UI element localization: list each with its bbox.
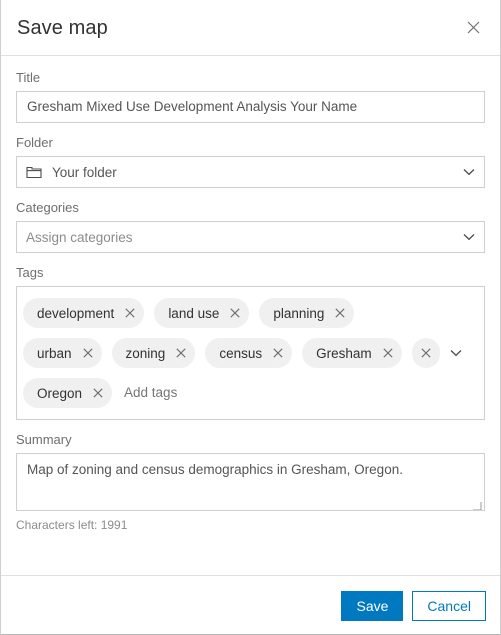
remove-tag-icon[interactable] (383, 348, 393, 358)
summary-textarea[interactable]: Map of zoning and census demographics in… (16, 453, 485, 511)
tag-chip[interactable]: Gresham (302, 338, 402, 368)
summary-label: Summary (16, 432, 72, 447)
tag-chip-overflow[interactable] (411, 338, 440, 368)
dialog-body: Title Gresham Mixed Use Development Anal… (1, 56, 500, 575)
chevron-down-icon (463, 168, 475, 176)
tag-chip[interactable]: census (205, 338, 293, 368)
remove-tag-icon[interactable] (273, 348, 283, 358)
tag-row: Oregon (23, 373, 480, 413)
tag-chip[interactable]: zoning (111, 338, 196, 368)
remove-tag-icon[interactable] (93, 388, 103, 398)
tag-row: development land use planning (23, 293, 480, 333)
title-input[interactable]: Gresham Mixed Use Development Analysis Y… (16, 91, 485, 123)
remove-tag-icon[interactable] (335, 308, 345, 318)
page-title: Save map (17, 16, 108, 39)
title-field-group: Title Gresham Mixed Use Development Anal… (16, 70, 485, 123)
add-tags-input[interactable] (122, 378, 480, 408)
tag-chip[interactable]: land use (154, 298, 250, 328)
characters-left-text: Characters left: 1991 (16, 518, 128, 532)
remove-tag-icon[interactable] (230, 308, 240, 318)
title-label: Title (16, 70, 41, 85)
categories-label: Categories (16, 200, 79, 215)
tags-chevron-down-icon[interactable] (444, 349, 468, 357)
summary-field-group: Summary Map of zoning and census demogra… (16, 432, 485, 533)
tag-label: development (37, 305, 115, 321)
categories-placeholder: Assign categories (26, 229, 133, 245)
tag-chip[interactable]: development (23, 298, 145, 328)
folder-select[interactable]: Your folder (16, 156, 485, 188)
tag-row: urban zoning census Gresham (23, 333, 480, 373)
categories-select[interactable]: Assign categories (16, 221, 485, 253)
chevron-down-icon (463, 233, 475, 241)
folder-icon (26, 165, 42, 179)
summary-value: Map of zoning and census demographics in… (27, 462, 403, 477)
remove-tag-icon[interactable] (125, 308, 135, 318)
tag-label: Oregon (37, 385, 83, 401)
tags-field-group: Tags development land use planning urban… (16, 265, 485, 420)
tag-chip[interactable]: Oregon (23, 378, 113, 408)
folder-label: Folder (16, 135, 53, 150)
close-icon[interactable] (460, 15, 486, 41)
save-button[interactable]: Save (341, 590, 404, 621)
tag-chip[interactable]: urban (23, 338, 102, 368)
save-map-dialog: Save map Title Gresham Mixed Use Develop… (0, 0, 501, 635)
remove-tag-icon[interactable] (176, 348, 186, 358)
cancel-button[interactable]: Cancel (412, 590, 486, 621)
remove-tag-icon[interactable] (82, 348, 93, 358)
folder-field-group: Folder Your folder (16, 135, 485, 188)
tag-label: planning (273, 305, 325, 321)
tag-label: urban (37, 345, 72, 361)
tag-label: census (219, 345, 263, 361)
tag-label: Gresham (316, 345, 372, 361)
folder-value: Your folder (52, 164, 117, 180)
tag-label: zoning (125, 345, 166, 361)
dialog-footer: Save Cancel (1, 575, 500, 635)
dialog-header: Save map (1, 0, 500, 56)
categories-field-group: Categories Assign categories (16, 200, 485, 253)
resize-handle-icon[interactable] (472, 498, 482, 510)
tags-container[interactable]: development land use planning urban zoni… (16, 286, 485, 420)
tag-label: land use (168, 305, 220, 321)
remove-tag-icon[interactable] (421, 348, 431, 358)
tags-label: Tags (16, 265, 44, 280)
tag-chip[interactable]: planning (259, 298, 355, 328)
